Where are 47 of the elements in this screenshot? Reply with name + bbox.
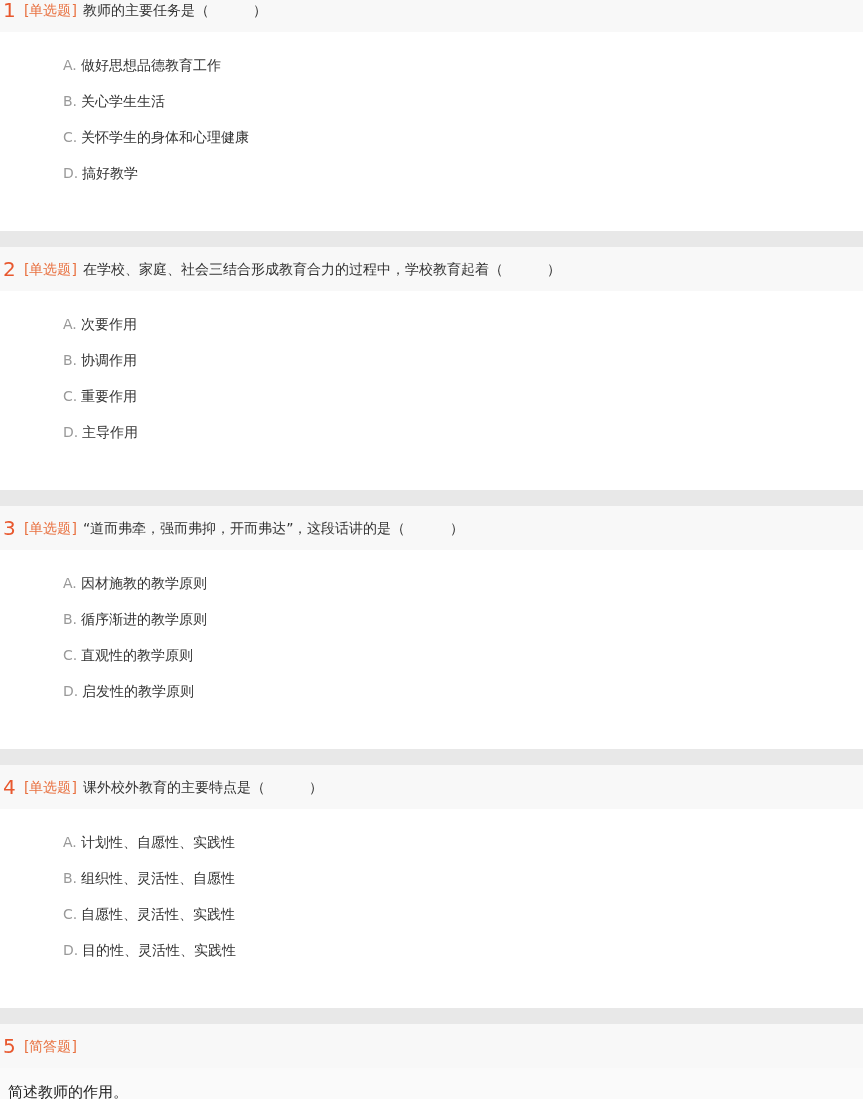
option-text: 自愿性、灵活性、实践性 xyxy=(81,904,236,924)
option-text: 次要作用 xyxy=(80,314,137,334)
option-text: 计划性、自愿性、实践性 xyxy=(80,832,235,852)
option-text: 做好思想品德教育工作 xyxy=(80,55,221,75)
option-text: 直观性的教学原则 xyxy=(81,645,194,665)
question-type: [单选题] xyxy=(24,259,77,279)
option-text: 因材施教的教学原则 xyxy=(80,573,207,593)
option-text: 关怀学生的身体和心理健康 xyxy=(81,127,250,147)
option-text: 重要作用 xyxy=(81,386,138,406)
option-text: 组织性、灵活性、自愿性 xyxy=(81,868,236,888)
option-text: 关心学生生活 xyxy=(81,91,166,111)
question-type: [简答题] xyxy=(24,1036,77,1056)
question-number: 4 xyxy=(3,774,17,801)
option-letter: A. xyxy=(63,573,77,593)
question-number: 2 xyxy=(3,256,17,283)
option-letter: D. xyxy=(63,163,79,183)
question-prompt: 简述教师的作用。 xyxy=(8,1083,128,1099)
question-stem: 在学校、家庭、社会三结合形成教育合力的过程中，学校教育起着（ ） xyxy=(82,259,562,279)
option-letter: D. xyxy=(63,940,79,960)
question-number: 5 xyxy=(3,1033,17,1060)
option-letter: C. xyxy=(63,645,78,665)
option-letter: A. xyxy=(63,832,77,852)
option-text: 目的性、灵活性、实践性 xyxy=(82,940,237,960)
option-letter: D. xyxy=(63,681,79,701)
option-text: 循序渐进的教学原则 xyxy=(81,609,208,629)
option-letter: C. xyxy=(63,386,78,406)
question-type: [单选题] xyxy=(24,518,77,538)
option-letter: C. xyxy=(63,127,78,147)
question-number: 1 xyxy=(3,0,17,24)
option-letter: B. xyxy=(63,350,78,370)
option-letter: A. xyxy=(63,314,77,334)
option-text: 主导作用 xyxy=(82,422,139,442)
option-letter: A. xyxy=(63,55,77,75)
question-stem: 教师的主要任务是（ ） xyxy=(82,0,268,20)
option-letter: B. xyxy=(63,91,78,111)
option-letter: D. xyxy=(63,422,79,442)
question-type: [单选题] xyxy=(24,777,77,797)
question-number: 3 xyxy=(3,515,17,542)
option-letter: C. xyxy=(63,904,78,924)
option-text: 协调作用 xyxy=(81,350,138,370)
option-letter: B. xyxy=(63,609,78,629)
option-text: 搞好教学 xyxy=(82,163,139,183)
question-type: [单选题] xyxy=(24,0,77,20)
option-text: 启发性的教学原则 xyxy=(82,681,195,701)
option-letter: B. xyxy=(63,868,78,888)
question-stem: 课外校外教育的主要特点是（ ） xyxy=(82,777,324,797)
question-stem: “道而弗牵，强而弗抑，开而弗达”，这段话讲的是（ ） xyxy=(82,518,464,538)
